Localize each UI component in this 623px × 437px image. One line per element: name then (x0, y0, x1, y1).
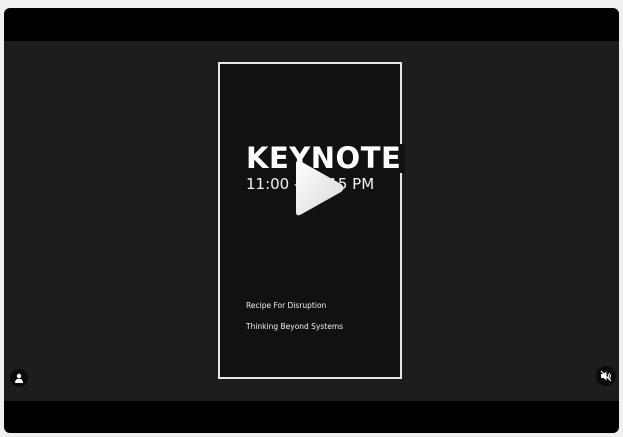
mute-toggle-button[interactable] (596, 366, 616, 386)
video-player[interactable]: KEYNOTE 11:00 - 12:15 PM Recipe For Disr… (4, 8, 619, 433)
play-icon (296, 160, 344, 216)
video-poster-frame: KEYNOTE 11:00 - 12:15 PM Recipe For Disr… (218, 62, 406, 379)
user-button[interactable] (10, 369, 28, 387)
play-button[interactable] (290, 158, 346, 218)
poster-topic-1: Recipe For Disruption (246, 301, 327, 310)
poster-topic-2: Thinking Beyond Systems (246, 322, 344, 331)
video-viewport[interactable]: KEYNOTE 11:00 - 12:15 PM Recipe For Disr… (4, 41, 619, 401)
user-icon (15, 373, 23, 383)
muted-speaker-icon (600, 370, 612, 382)
